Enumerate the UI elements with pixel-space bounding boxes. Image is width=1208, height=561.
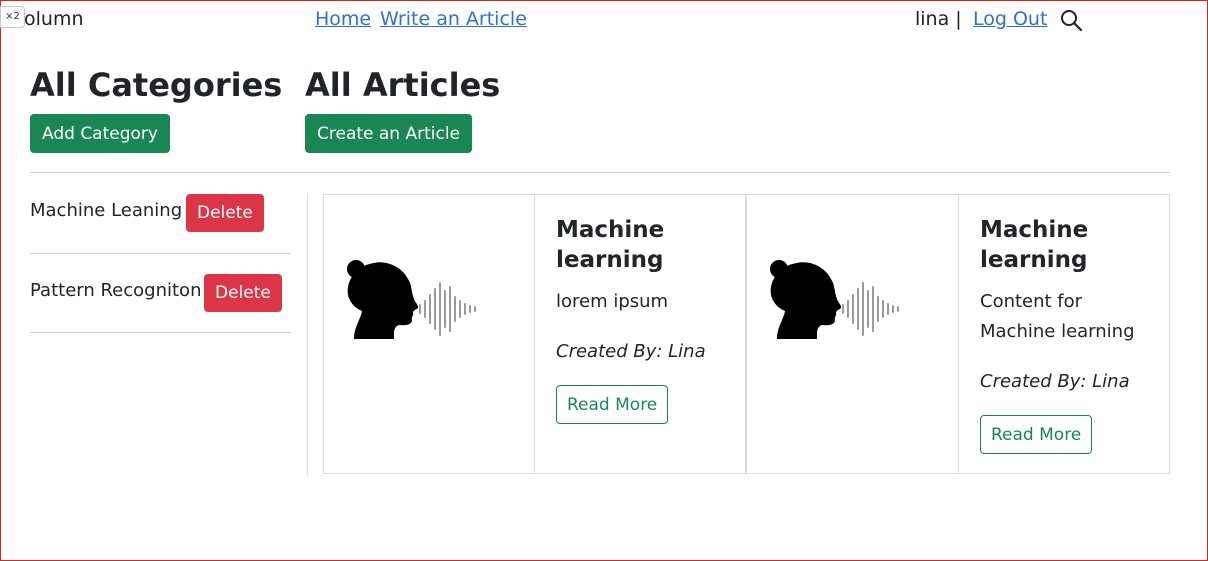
nav-write-article-link[interactable]: Write an Article bbox=[380, 8, 527, 30]
article-author: Created By: Lina bbox=[556, 341, 706, 362]
article-image-card bbox=[323, 194, 535, 474]
categories-heading: All Categories bbox=[30, 66, 283, 104]
article-card: Machine learning lorem ipsum Created By:… bbox=[534, 194, 746, 474]
brand-logo-text[interactable]: olumn bbox=[24, 8, 84, 30]
logout-link[interactable]: Log Out bbox=[973, 8, 1047, 30]
read-more-button[interactable]: Read More bbox=[980, 415, 1093, 454]
delete-category-button[interactable]: Delete bbox=[186, 194, 264, 232]
article-title: Machine learning bbox=[980, 217, 1089, 273]
article-title: Machine learning bbox=[556, 217, 665, 273]
head-voice-icon bbox=[770, 260, 899, 339]
create-article-button[interactable]: Create an Article bbox=[305, 114, 473, 153]
article-content: Content for Machine learning bbox=[980, 291, 1135, 342]
read-more-button[interactable]: Read More bbox=[556, 385, 669, 424]
add-category-button[interactable]: Add Category bbox=[30, 114, 170, 153]
section-divider bbox=[30, 172, 1170, 173]
search-icon[interactable] bbox=[1059, 8, 1083, 32]
articles-heading: All Articles bbox=[305, 66, 501, 104]
category-name: Pattern Recogniton bbox=[30, 280, 202, 301]
category-divider bbox=[30, 332, 291, 333]
article-card: Machine learning Content for Machine lea… bbox=[958, 194, 1170, 474]
column-separator bbox=[307, 194, 308, 475]
nav-home-link[interactable]: Home bbox=[315, 8, 371, 30]
zoom-badge[interactable]: ×2 bbox=[0, 6, 25, 28]
delete-category-button[interactable]: Delete bbox=[204, 274, 282, 312]
article-author: Created By: Lina bbox=[980, 371, 1130, 392]
current-user-label: lina | bbox=[915, 8, 962, 30]
article-content: lorem ipsum bbox=[556, 291, 669, 312]
category-divider bbox=[30, 253, 291, 254]
category-name: Machine Leaning bbox=[30, 200, 183, 221]
head-voice-icon bbox=[347, 260, 476, 339]
article-image-card bbox=[746, 194, 959, 474]
